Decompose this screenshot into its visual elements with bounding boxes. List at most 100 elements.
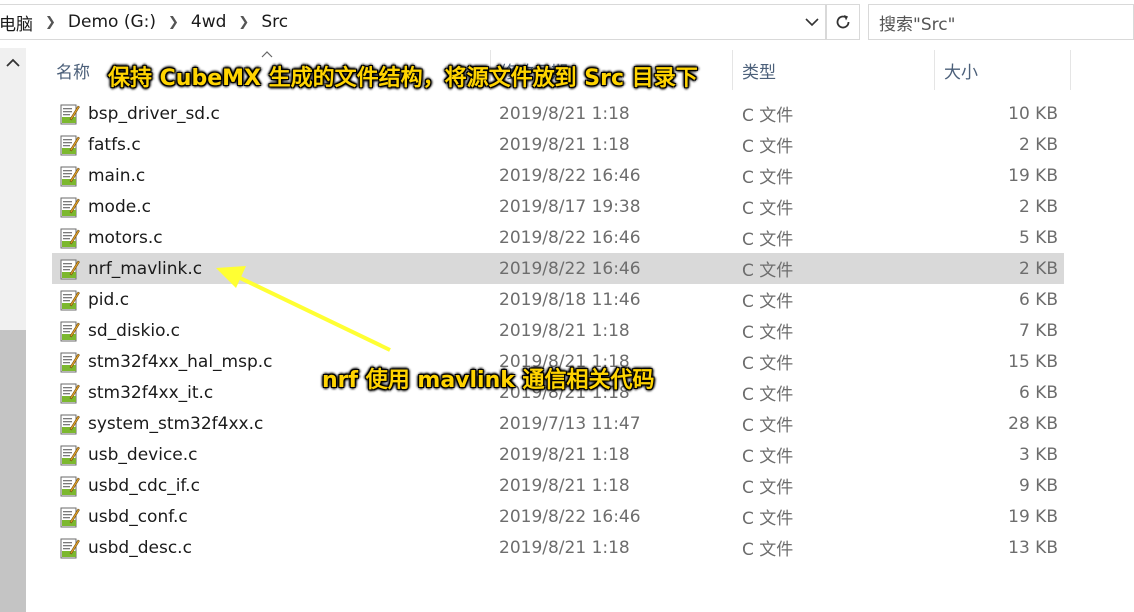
file-name[interactable]: fatfs.c xyxy=(88,135,141,155)
file-size: 2 KB xyxy=(1018,196,1058,217)
c-source-file-icon xyxy=(60,228,80,249)
file-size: 3 KB xyxy=(1018,444,1058,465)
file-size: 19 KB xyxy=(1008,506,1058,527)
file-type: C 文件 xyxy=(742,137,794,157)
c-source-file-icon xyxy=(60,507,80,528)
file-modified-date: 2019/8/21 1:18 xyxy=(499,134,630,155)
search-placeholder: 搜索"Src" xyxy=(879,14,956,35)
file-modified-date: 2019/8/21 1:18 xyxy=(499,537,630,558)
file-row[interactable]: mode.c 2019/8/17 19:38 C 文件 2 KB xyxy=(52,191,1064,222)
c-source-file-icon xyxy=(60,197,80,218)
breadcrumb-item-4wd[interactable]: 4wd xyxy=(185,12,233,32)
file-name[interactable]: usbd_desc.c xyxy=(88,538,192,558)
file-type: C 文件 xyxy=(742,540,794,560)
file-size: 5 KB xyxy=(1018,227,1058,248)
file-row[interactable]: fatfs.c 2019/8/21 1:18 C 文件 2 KB xyxy=(52,129,1064,160)
column-header-size[interactable]: 大小 xyxy=(944,48,978,92)
c-source-file-icon xyxy=(60,445,80,466)
file-modified-date: 2019/8/22 16:46 xyxy=(499,258,641,279)
file-name[interactable]: pid.c xyxy=(88,290,129,310)
c-source-file-icon xyxy=(60,259,80,280)
c-source-file-icon xyxy=(60,538,80,559)
file-type: C 文件 xyxy=(742,385,794,405)
file-name[interactable]: usbd_cdc_if.c xyxy=(88,476,200,496)
file-type: C 文件 xyxy=(742,230,794,250)
file-row[interactable]: main.c 2019/8/22 16:46 C 文件 19 KB xyxy=(52,160,1064,191)
file-type: C 文件 xyxy=(742,416,794,436)
file-size: 9 KB xyxy=(1018,475,1058,496)
file-size: 2 KB xyxy=(1018,134,1058,155)
chevron-right-icon[interactable]: ❯ xyxy=(162,15,185,30)
file-name[interactable]: stm32f4xx_hal_msp.c xyxy=(88,352,273,372)
column-header-type[interactable]: 类型 xyxy=(742,48,776,92)
annotation-file-structure: 保持 CubeMX 生成的文件结构，将源文件放到 Src 目录下 xyxy=(108,66,698,91)
breadcrumb-item-computer[interactable]: 电脑 xyxy=(0,10,39,35)
column-header-name[interactable]: 名称 xyxy=(56,48,90,92)
breadcrumb-item-drive[interactable]: Demo (G:) xyxy=(62,12,162,32)
c-source-file-icon xyxy=(60,414,80,435)
file-name[interactable]: sd_diskio.c xyxy=(88,321,180,341)
file-size: 10 KB xyxy=(1008,103,1058,124)
c-source-file-icon xyxy=(60,104,80,125)
file-size: 7 KB xyxy=(1018,320,1058,341)
file-row[interactable]: usb_device.c 2019/8/21 1:18 C 文件 3 KB xyxy=(52,439,1064,470)
chevron-right-icon[interactable]: ❯ xyxy=(232,15,255,30)
file-row[interactable]: pid.c 2019/8/18 11:46 C 文件 6 KB xyxy=(52,284,1064,315)
file-row[interactable]: usbd_cdc_if.c 2019/8/21 1:18 C 文件 9 KB xyxy=(52,470,1064,501)
left-pane-scrollbar[interactable] xyxy=(0,48,26,612)
file-row[interactable]: usbd_desc.c 2019/8/21 1:18 C 文件 13 KB xyxy=(52,532,1064,563)
address-bar: 电脑 ❯ Demo (G:) ❯ 4wd ❯ Src xyxy=(0,0,860,44)
scroll-up-icon[interactable] xyxy=(0,48,26,78)
file-list: bsp_driver_sd.c 2019/8/21 1:18 C 文件 10 KB fa… xyxy=(52,98,1064,563)
file-row[interactable]: bsp_driver_sd.c 2019/8/21 1:18 C 文件 10 KB xyxy=(52,98,1064,129)
refresh-button[interactable] xyxy=(826,4,860,40)
column-divider[interactable] xyxy=(732,50,733,90)
breadcrumb[interactable]: 电脑 ❯ Demo (G:) ❯ 4wd ❯ Src xyxy=(0,4,826,40)
search-input[interactable]: 搜索"Src" xyxy=(868,4,1134,40)
file-name[interactable]: mode.c xyxy=(88,197,151,217)
file-size: 19 KB xyxy=(1008,165,1058,186)
file-row[interactable]: system_stm32f4xx.c 2019/7/13 11:47 C 文件 28 … xyxy=(52,408,1064,439)
file-name[interactable]: main.c xyxy=(88,166,145,186)
file-modified-date: 2019/8/22 16:46 xyxy=(499,506,641,527)
file-type: C 文件 xyxy=(742,354,794,374)
c-source-file-icon xyxy=(60,135,80,156)
c-source-file-icon xyxy=(60,290,80,311)
file-size: 28 KB xyxy=(1008,413,1058,434)
file-type: C 文件 xyxy=(742,168,794,188)
file-row[interactable]: usbd_conf.c 2019/8/22 16:46 C 文件 19 KB xyxy=(52,501,1064,532)
c-source-file-icon xyxy=(60,476,80,497)
file-modified-date: 2019/8/17 19:38 xyxy=(499,196,641,217)
scrollbar-thumb[interactable] xyxy=(0,330,26,612)
file-type: C 文件 xyxy=(742,447,794,467)
chevron-down-icon[interactable] xyxy=(800,10,824,34)
file-modified-date: 2019/7/13 11:47 xyxy=(499,413,641,434)
file-row[interactable]: nrf_mavlink.c 2019/8/22 16:46 C 文件 2 KB xyxy=(52,253,1064,284)
column-divider[interactable] xyxy=(1070,50,1071,90)
file-name[interactable]: system_stm32f4xx.c xyxy=(88,414,263,434)
file-type: C 文件 xyxy=(742,199,794,219)
file-name[interactable]: usb_device.c xyxy=(88,445,198,465)
c-source-file-icon xyxy=(60,352,80,373)
file-name[interactable]: bsp_driver_sd.c xyxy=(88,104,220,124)
file-modified-date: 2019/8/22 16:46 xyxy=(499,165,641,186)
file-size: 13 KB xyxy=(1008,537,1058,558)
file-row[interactable]: motors.c 2019/8/22 16:46 C 文件 5 KB xyxy=(52,222,1064,253)
file-type: C 文件 xyxy=(742,106,794,126)
chevron-right-icon[interactable]: ❯ xyxy=(39,15,62,30)
file-name[interactable]: motors.c xyxy=(88,228,163,248)
file-type: C 文件 xyxy=(742,478,794,498)
file-modified-date: 2019/8/22 16:46 xyxy=(499,227,641,248)
file-row[interactable]: sd_diskio.c 2019/8/21 1:18 C 文件 7 KB xyxy=(52,315,1064,346)
file-type: C 文件 xyxy=(742,509,794,529)
file-size: 15 KB xyxy=(1008,351,1058,372)
annotation-nrf-mavlink: nrf 使用 mavlink 通信相关代码 xyxy=(322,368,655,393)
file-name[interactable]: stm32f4xx_it.c xyxy=(88,383,213,403)
file-type: C 文件 xyxy=(742,323,794,343)
c-source-file-icon xyxy=(60,321,80,342)
column-divider[interactable] xyxy=(934,50,935,90)
file-name[interactable]: nrf_mavlink.c xyxy=(88,259,202,279)
breadcrumb-item-src[interactable]: Src xyxy=(255,12,294,32)
file-name[interactable]: usbd_conf.c xyxy=(88,507,188,527)
file-type: C 文件 xyxy=(742,292,794,312)
